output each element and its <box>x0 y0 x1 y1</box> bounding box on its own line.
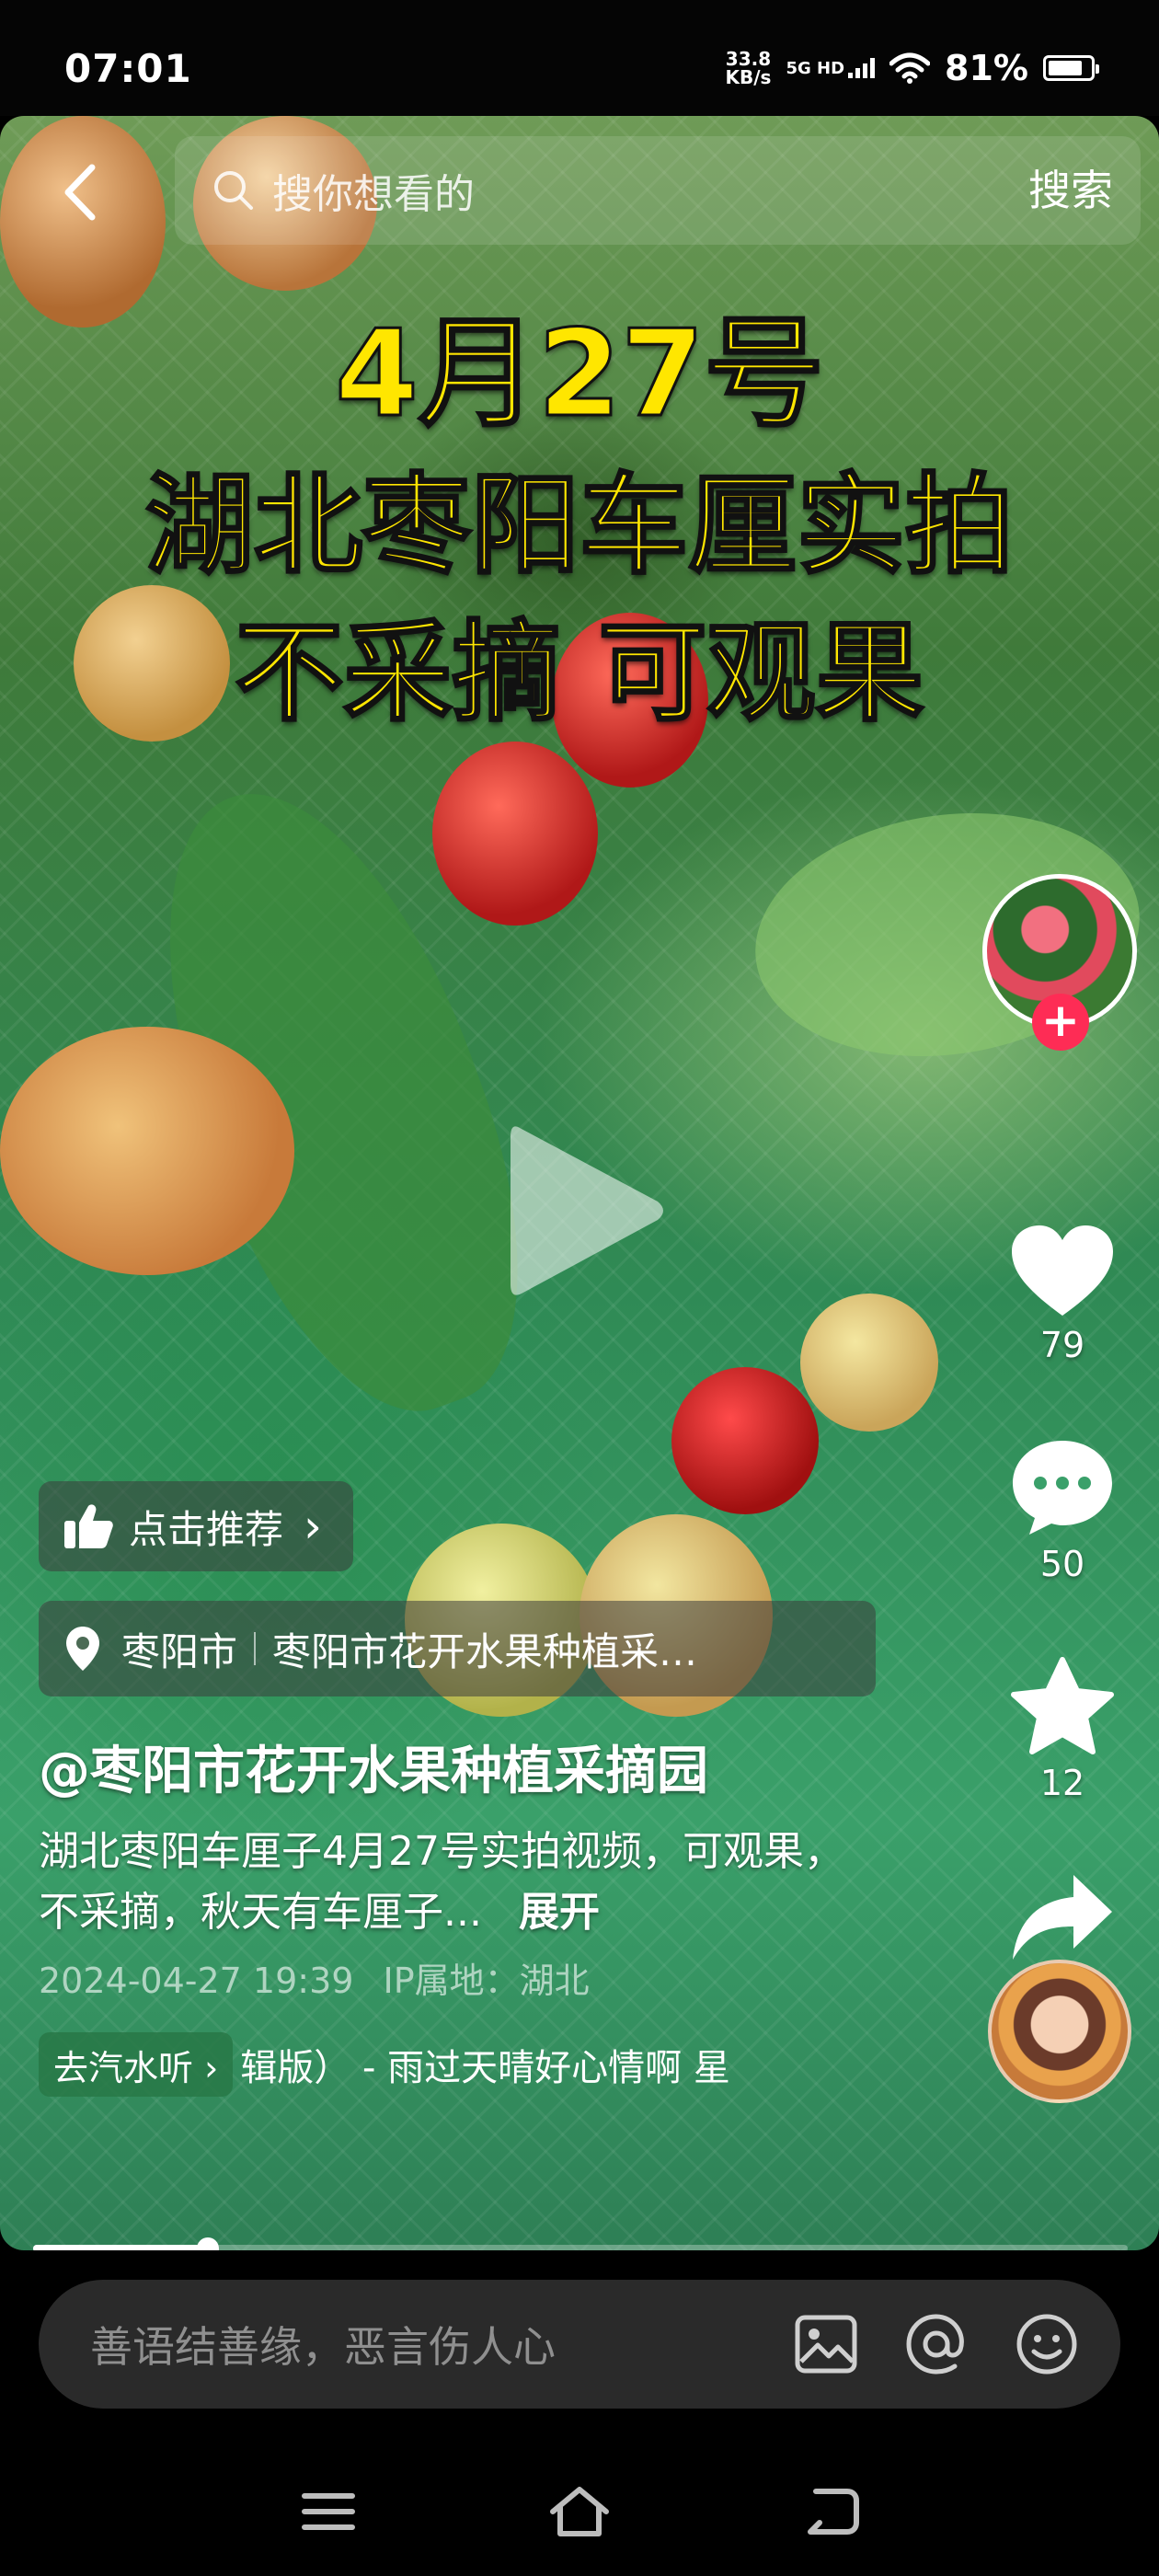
search-input[interactable]: 搜你想看的 <box>272 161 475 220</box>
back-nav-button[interactable] <box>794 2475 867 2548</box>
emoji-icon <box>1016 2314 1077 2375</box>
back-nav-icon <box>808 2489 860 2535</box>
location-place: 枣阳市花开水果种植采… <box>272 1628 698 1674</box>
home-icon <box>549 2487 609 2536</box>
mention-button[interactable] <box>900 2307 973 2381</box>
location-city: 枣阳市 <box>121 1628 238 1674</box>
emoji-button[interactable] <box>1010 2307 1084 2381</box>
system-nav-bar <box>0 2447 1159 2576</box>
status-indicators: 33.8 KB/s 5G HD 81% <box>726 48 1099 88</box>
music-row[interactable]: 去汽水听 › 辑版） - 雨过天晴好心情啊 星 <box>39 2030 885 2099</box>
post-description-text: 湖北枣阳车厘子4月27号实拍视频，可观果，不采摘，秋天有车厘子... <box>39 1828 844 1936</box>
at-icon <box>906 2314 964 2375</box>
share-icon <box>1013 1875 1112 1960</box>
network-speed-unit: KB/s <box>725 66 772 88</box>
status-bar: 07:01 33.8 KB/s 5G HD 81% <box>0 0 1159 116</box>
recommend-chip[interactable]: 点击推荐 › <box>39 1481 354 1571</box>
author-username[interactable]: @枣阳市花开水果种植采摘园 <box>39 1730 708 1804</box>
like-count: 79 <box>1039 1325 1085 1365</box>
menu-icon <box>301 2493 355 2530</box>
network-speed-value: 33.8 <box>725 48 772 70</box>
favorite-count: 12 <box>1039 1763 1085 1803</box>
comment-count: 50 <box>1039 1544 1085 1584</box>
like-button[interactable]: 79 <box>1003 1224 1122 1365</box>
search-button[interactable]: 搜索 <box>1028 136 1113 245</box>
music-track-title: 辑版） - 雨过天晴好心情啊 星 <box>240 2047 730 2089</box>
comment-input-bar[interactable]: 善语结善缘，恶言伤人心 <box>39 2280 1120 2409</box>
open-in-qishui-button[interactable]: 去汽水听 › <box>39 2032 234 2097</box>
video-progress-fill <box>33 2245 209 2250</box>
favorite-button[interactable]: 12 <box>1003 1656 1122 1803</box>
heart-icon <box>1012 1225 1113 1316</box>
video-scene-cherry <box>800 1294 938 1432</box>
location-divider <box>254 1632 257 1665</box>
signal-bars-icon <box>848 58 876 78</box>
wifi-icon <box>889 52 931 84</box>
follow-button[interactable]: + <box>1032 994 1089 1051</box>
thumbs-up-icon <box>64 1504 113 1548</box>
post-date: 2024-04-27 19:39 <box>39 1961 354 2001</box>
search-bar[interactable]: 搜你想看的 搜索 <box>175 136 1141 245</box>
comment-button[interactable]: 50 <box>1003 1437 1122 1584</box>
play-icon[interactable] <box>492 1110 676 1312</box>
chevron-right-icon: › <box>304 1500 323 1553</box>
battery-icon <box>1043 55 1099 81</box>
comment-input[interactable]: 善语结善缘，恶言伤人心 <box>90 2314 789 2375</box>
video-overlay-title: 4月27号 湖北枣阳车厘实拍 不采摘 可观果 <box>0 300 1159 742</box>
video-scene-cherry <box>432 742 598 926</box>
recommend-label: 点击推荐 <box>129 1506 284 1552</box>
video-progress-bar[interactable] <box>33 2237 1128 2250</box>
post-meta: 2024-04-27 19:39 IP属地：湖北 <box>39 1952 590 2003</box>
comment-icon <box>1013 1441 1112 1535</box>
location-pin-icon <box>66 1627 99 1671</box>
home-button[interactable] <box>543 2475 616 2548</box>
location-chip[interactable]: 枣阳市 枣阳市花开水果种植采… <box>39 1601 876 1696</box>
recent-apps-button[interactable] <box>292 2475 365 2548</box>
image-icon <box>795 2315 857 2374</box>
post-ip-location: IP属地：湖北 <box>383 1961 590 2001</box>
star-icon <box>1011 1657 1114 1754</box>
status-time: 07:01 <box>64 46 192 91</box>
battery-percent: 81% <box>945 48 1028 88</box>
battery-level-fill <box>1049 61 1082 75</box>
back-icon[interactable] <box>53 160 109 224</box>
video-title-line-3: 不采摘 可观果 <box>234 608 925 738</box>
search-icon <box>214 171 253 210</box>
video-title-line-2: 湖北枣阳车厘实拍 <box>143 461 1015 591</box>
music-disc-avatar[interactable] <box>988 1960 1131 2103</box>
network-speed: 33.8 KB/s <box>726 50 772 86</box>
network-type: 5G HD <box>786 59 845 78</box>
video-title-line-1: 4月27号 <box>334 303 825 445</box>
cellular-signal: 5G HD <box>786 58 876 78</box>
video-scene-cherry <box>671 1367 819 1514</box>
expand-button[interactable]: 展开 <box>519 1889 600 1936</box>
post-description: 湖北枣阳车厘子4月27号实拍视频，可观果，不采摘，秋天有车厘子... 展开 <box>39 1822 866 1943</box>
video-scene-cherry <box>0 1027 294 1275</box>
image-button[interactable] <box>789 2307 863 2381</box>
